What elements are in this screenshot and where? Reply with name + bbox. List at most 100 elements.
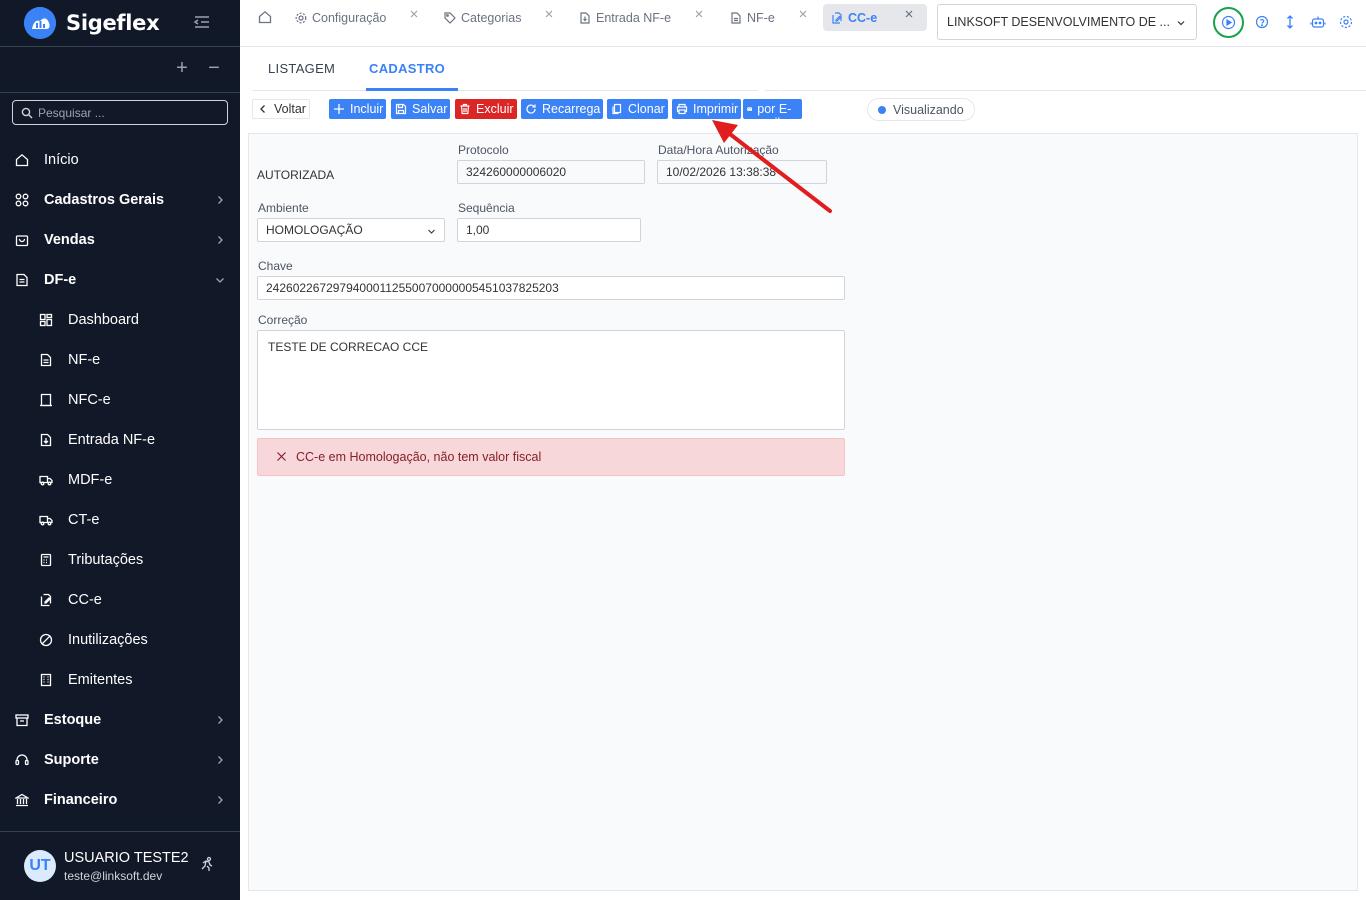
search-icon xyxy=(21,107,33,118)
sidebar-item-cce[interactable]: CC-e xyxy=(0,580,240,620)
chevron-right-icon xyxy=(218,756,223,764)
reload-button[interactable]: Recarrega xyxy=(521,99,604,119)
building-icon xyxy=(40,673,52,687)
tab-cadastro[interactable]: CADASTRO xyxy=(369,61,445,76)
collapse-sidebar-icon[interactable] xyxy=(192,12,212,32)
sidebar-item-cte[interactable]: CT-e xyxy=(0,500,240,540)
company-select-value: LINKSOFT DESENVOLVIMENTO DE ... xyxy=(947,15,1170,29)
sidebar-item-entrada-nfe[interactable]: Entrada NF-e xyxy=(0,420,240,460)
save-button[interactable]: Salvar xyxy=(391,99,451,119)
robot-icon[interactable] xyxy=(1310,14,1326,30)
ambiente-select[interactable]: HOMOLOGAÇÃO xyxy=(257,218,445,242)
settings-icon[interactable] xyxy=(1338,14,1354,30)
sigeflex-logo-icon xyxy=(24,7,56,39)
ambiente-value: HOMOLOGAÇÃO xyxy=(266,223,363,237)
active-tab-indicator xyxy=(366,88,458,91)
sidebar-item-inutilizacoes[interactable]: Inutilizações xyxy=(0,620,240,660)
close-tab-icon[interactable] xyxy=(543,8,555,20)
help-icon[interactable] xyxy=(1254,14,1270,30)
sequencia-field[interactable]: 1,00 xyxy=(457,218,641,242)
sidebar-item-dfe[interactable]: DF-e xyxy=(0,260,240,300)
sidebar-item-mdfe[interactable]: MDF-e xyxy=(0,460,240,500)
close-tab-icon[interactable] xyxy=(408,8,420,20)
sidebar-item-nfe[interactable]: NF-e xyxy=(0,340,240,380)
print-button[interactable]: Imprimir xyxy=(672,99,742,119)
search-input[interactable] xyxy=(38,105,218,120)
tab-entrada-nfe[interactable]: Entrada NF-e xyxy=(579,4,671,31)
sidebar-item-vendas[interactable]: Vendas xyxy=(0,220,240,260)
sidebar-item-label: Dashboard xyxy=(68,312,139,328)
avatar[interactable]: UT xyxy=(24,850,56,882)
sidebar-item-estoque[interactable]: Estoque xyxy=(0,700,240,740)
sidebar-item-financeiro[interactable]: Financeiro xyxy=(0,780,240,820)
company-select[interactable]: LINKSOFT DESENVOLVIMENTO DE ... xyxy=(937,4,1197,40)
sidebar-item-label: Tributações xyxy=(68,552,144,568)
data-autorizacao-field[interactable]: 10/02/2026 13:38:38 xyxy=(657,160,827,184)
close-tab-icon[interactable] xyxy=(903,8,915,20)
protocolo-field[interactable]: 324260000006020 xyxy=(457,160,645,184)
sidebar-item-emitentes[interactable]: Emitentes xyxy=(0,660,240,700)
expand-vertical-icon[interactable] xyxy=(1282,14,1298,30)
collapse-all-icon[interactable]: − xyxy=(205,58,223,78)
sidebar-item-label: NFC-e xyxy=(68,392,111,408)
sidebar-item-label: Inutilizações xyxy=(68,632,148,648)
view-tabs: LISTAGEM CADASTRO xyxy=(252,47,1366,91)
printer-icon xyxy=(676,103,688,115)
tab-nfe[interactable]: NF-e xyxy=(730,4,775,31)
sidebar-item-nfce[interactable]: NFC-e xyxy=(0,380,240,420)
sidebar-item-label: Suporte xyxy=(44,752,99,768)
home-tab-icon[interactable] xyxy=(258,10,272,24)
alert-message: CC-e em Homologação, não tem valor fisca… xyxy=(296,450,542,464)
tab-configuracao[interactable]: Configuração xyxy=(295,4,386,31)
tab-listagem[interactable]: LISTAGEM xyxy=(268,61,335,76)
sidebar-item-label: Estoque xyxy=(44,712,102,728)
sidebar-item-cadastros-gerais[interactable]: Cadastros Gerais xyxy=(0,180,240,220)
chevron-right-icon xyxy=(218,796,223,804)
dashboard-icon xyxy=(39,313,53,327)
add-button[interactable]: Incluir xyxy=(329,99,387,119)
expand-all-icon[interactable]: + xyxy=(173,58,191,78)
logout-run-icon[interactable] xyxy=(199,856,215,872)
chevron-down-icon xyxy=(1177,21,1185,26)
sidebar-item-label: Início xyxy=(44,152,79,168)
sidebar-item-suporte[interactable]: Suporte xyxy=(0,740,240,780)
sidebar-item-dashboard[interactable]: Dashboard xyxy=(0,300,240,340)
sidebar-item-inicio[interactable]: Início xyxy=(0,140,240,180)
sidebar-search[interactable] xyxy=(12,100,228,125)
top-bar: Configuração Categorias Entrada NF-e NF-… xyxy=(240,0,1366,47)
add-button-label: Incluir xyxy=(350,102,384,116)
data-autorizacao-label: Data/Hora Autorização xyxy=(658,143,779,157)
close-tab-icon[interactable] xyxy=(797,8,809,20)
ambiente-label: Ambiente xyxy=(258,201,309,215)
sidebar-item-label: Vendas xyxy=(44,232,95,248)
sidebar-nav: Início Cadastros Gerais Vendas DF-e Dash… xyxy=(0,140,240,820)
chave-label: Chave xyxy=(258,259,293,273)
chave-field[interactable]: 2426022672979400011255007000000545103782… xyxy=(257,276,845,300)
tab-categorias[interactable]: Categorias xyxy=(444,4,521,31)
sidebar-item-tributacoes[interactable]: Tributações xyxy=(0,540,240,580)
bank-icon xyxy=(15,793,29,807)
sidebar-item-label: Cadastros Gerais xyxy=(44,192,165,208)
file-import-icon xyxy=(580,11,590,24)
clone-button[interactable]: Clonar xyxy=(607,99,668,119)
delete-button-label: Excluir xyxy=(476,102,514,116)
sidebar-item-label: NF-e xyxy=(68,352,101,368)
correcao-textarea[interactable]: TESTE DE CORRECAO CCE xyxy=(257,330,845,430)
sequencia-label: Sequência xyxy=(458,201,515,215)
reload-button-label: Recarrega xyxy=(542,102,601,116)
sidebar-item-label: Entrada NF-e xyxy=(68,432,156,448)
file-import-icon xyxy=(40,433,52,447)
clone-button-label: Clonar xyxy=(628,102,665,116)
play-button[interactable] xyxy=(1213,7,1244,38)
tab-label: NF-e xyxy=(747,10,775,25)
sidebar-item-label: Financeiro xyxy=(44,792,118,808)
email-button[interactable]: Enviar por E-mail xyxy=(743,88,803,130)
back-button[interactable]: Voltar xyxy=(252,99,310,119)
close-icon[interactable] xyxy=(276,451,287,462)
delete-button[interactable]: Excluir xyxy=(455,99,517,119)
close-tab-icon[interactable] xyxy=(693,8,705,20)
protocolo-value: 324260000006020 xyxy=(466,165,567,179)
file-text-icon xyxy=(40,353,52,367)
protocolo-label: Protocolo xyxy=(458,143,509,157)
sidebar-item-label: DF-e xyxy=(44,272,77,288)
